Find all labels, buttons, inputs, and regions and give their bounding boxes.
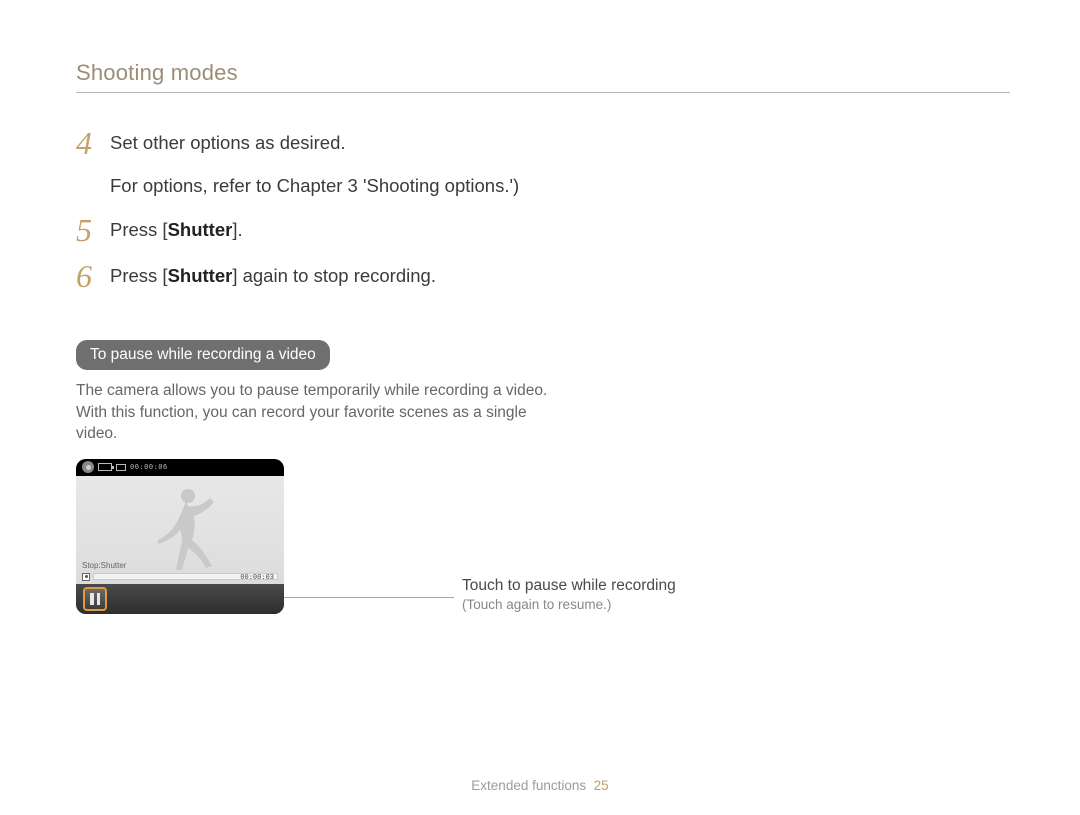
subsection-paragraph: The camera allows you to pause temporari… <box>76 380 556 445</box>
step-text: Set other options as desired. <box>110 127 346 157</box>
screen-touch-bar <box>76 584 284 614</box>
callout-main-text: Touch to pause while recording <box>462 577 676 595</box>
footer-page-number: 25 <box>594 778 609 793</box>
elapsed-timer: 00:00:06 <box>130 463 168 471</box>
subsection-heading: To pause while recording a video <box>76 340 330 370</box>
step-4: 4 Set other options as desired. <box>76 127 1010 159</box>
step-number: 6 <box>76 260 110 292</box>
pause-button[interactable] <box>83 587 107 611</box>
progress-bar: 00:00:03 <box>82 573 278 581</box>
callout-leader-line <box>284 597 454 598</box>
stop-shutter-label: Stop:Shutter <box>82 561 126 570</box>
screen-status-bar: 00:00:06 <box>76 459 284 476</box>
page-footer: Extended functions 25 <box>0 778 1080 793</box>
pause-icon <box>97 593 101 605</box>
clip-timer: 00:00:03 <box>240 573 274 581</box>
step-4-sub: For options, refer to Chapter 3 'Shootin… <box>110 173 1010 200</box>
header-rule <box>76 92 1010 93</box>
battery-icon <box>98 463 112 471</box>
step-5: 5 Press [Shutter]. <box>76 214 1010 246</box>
card-icon <box>116 464 126 471</box>
manual-page: Shooting modes 4 Set other options as de… <box>0 0 1080 815</box>
step-text: Press [Shutter] again to stop recording. <box>110 260 436 290</box>
progress-track: 00:00:03 <box>93 573 278 580</box>
step-text: Press [Shutter]. <box>110 214 243 244</box>
step-6: 6 Press [Shutter] again to stop recordin… <box>76 260 1010 292</box>
shutter-bold: Shutter <box>168 219 233 240</box>
screen-viewport: Stop:Shutter 00:00:03 <box>76 476 284 584</box>
step-number: 4 <box>76 127 110 159</box>
shutter-bold: Shutter <box>168 265 233 286</box>
skater-silhouette <box>136 484 226 580</box>
pause-icon <box>90 593 94 605</box>
screen-illustration-row: 00:00:06 Stop:Shutter 00:00:03 <box>76 459 1010 614</box>
callout: Touch to pause while recording (Touch ag… <box>462 577 676 614</box>
step-number: 5 <box>76 214 110 246</box>
record-indicator-icon <box>82 573 90 581</box>
page-header-title: Shooting modes <box>76 60 1010 86</box>
callout-sub-text: (Touch again to resume.) <box>462 597 676 612</box>
footer-section: Extended functions <box>471 778 586 793</box>
video-mode-icon <box>82 461 94 473</box>
camera-screen-illustration: 00:00:06 Stop:Shutter 00:00:03 <box>76 459 284 614</box>
